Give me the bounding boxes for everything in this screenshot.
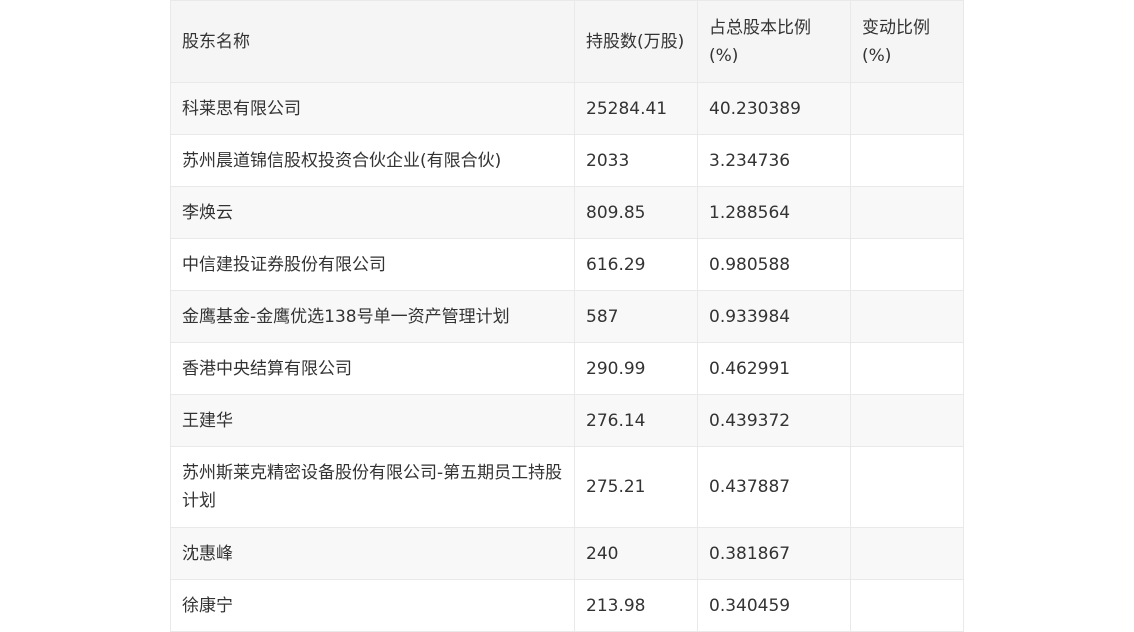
shareholder-table-container: 股东名称 持股数(万股) 占总股本比例(%) 变动比例(%) 科莱思有限公司 2…: [170, 0, 964, 632]
header-share-ratio: 占总股本比例(%): [697, 0, 851, 83]
table-row: 李焕云 809.85 1.288564: [170, 186, 964, 239]
cell-shares-held: 616.29: [574, 238, 698, 291]
table-row: 沈惠峰 240 0.381867: [170, 527, 964, 580]
cell-shares-held: 275.21: [574, 446, 698, 528]
cell-share-ratio: 3.234736: [697, 134, 851, 187]
cell-shares-held: 290.99: [574, 342, 698, 395]
shareholder-table: 股东名称 持股数(万股) 占总股本比例(%) 变动比例(%) 科莱思有限公司 2…: [170, 0, 964, 632]
cell-shares-held: 809.85: [574, 186, 698, 239]
header-shares-held: 持股数(万股): [574, 0, 698, 83]
cell-change-ratio: [850, 134, 964, 187]
cell-share-ratio: 40.230389: [697, 82, 851, 135]
cell-shareholder-name: 苏州斯莱克精密设备股份有限公司-第五期员工持股计划: [170, 446, 575, 528]
table-header-row: 股东名称 持股数(万股) 占总股本比例(%) 变动比例(%): [170, 0, 964, 83]
cell-change-ratio: [850, 82, 964, 135]
cell-shareholder-name: 沈惠峰: [170, 527, 575, 580]
cell-share-ratio: 1.288564: [697, 186, 851, 239]
cell-shares-held: 276.14: [574, 394, 698, 447]
cell-shares-held: 587: [574, 290, 698, 343]
cell-change-ratio: [850, 394, 964, 447]
cell-change-ratio: [850, 186, 964, 239]
cell-share-ratio: 0.439372: [697, 394, 851, 447]
table-row: 苏州晨道锦信股权投资合伙企业(有限合伙) 2033 3.234736: [170, 134, 964, 187]
cell-shares-held: 2033: [574, 134, 698, 187]
cell-change-ratio: [850, 446, 964, 528]
header-change-ratio: 变动比例(%): [850, 0, 964, 83]
cell-change-ratio: [850, 527, 964, 580]
cell-share-ratio: 0.381867: [697, 527, 851, 580]
cell-share-ratio: 0.462991: [697, 342, 851, 395]
header-shareholder-name: 股东名称: [170, 0, 575, 83]
cell-change-ratio: [850, 238, 964, 291]
cell-shareholder-name: 苏州晨道锦信股权投资合伙企业(有限合伙): [170, 134, 575, 187]
table-row: 香港中央结算有限公司 290.99 0.462991: [170, 342, 964, 395]
cell-shareholder-name: 科莱思有限公司: [170, 82, 575, 135]
table-row: 金鹰基金-金鹰优选138号单一资产管理计划 587 0.933984: [170, 290, 964, 343]
cell-shares-held: 240: [574, 527, 698, 580]
cell-share-ratio: 0.437887: [697, 446, 851, 528]
cell-shareholder-name: 李焕云: [170, 186, 575, 239]
cell-share-ratio: 0.340459: [697, 579, 851, 632]
cell-shares-held: 213.98: [574, 579, 698, 632]
cell-share-ratio: 0.933984: [697, 290, 851, 343]
cell-shareholder-name: 香港中央结算有限公司: [170, 342, 575, 395]
cell-change-ratio: [850, 579, 964, 632]
cell-shareholder-name: 王建华: [170, 394, 575, 447]
table-row: 科莱思有限公司 25284.41 40.230389: [170, 82, 964, 135]
table-row: 苏州斯莱克精密设备股份有限公司-第五期员工持股计划 275.21 0.43788…: [170, 446, 964, 528]
cell-shareholder-name: 金鹰基金-金鹰优选138号单一资产管理计划: [170, 290, 575, 343]
cell-shareholder-name: 中信建投证券股份有限公司: [170, 238, 575, 291]
table-row: 中信建投证券股份有限公司 616.29 0.980588: [170, 238, 964, 291]
table-row: 王建华 276.14 0.439372: [170, 394, 964, 447]
table-row: 徐康宁 213.98 0.340459: [170, 579, 964, 632]
cell-change-ratio: [850, 342, 964, 395]
cell-shareholder-name: 徐康宁: [170, 579, 575, 632]
cell-shares-held: 25284.41: [574, 82, 698, 135]
cell-share-ratio: 0.980588: [697, 238, 851, 291]
cell-change-ratio: [850, 290, 964, 343]
